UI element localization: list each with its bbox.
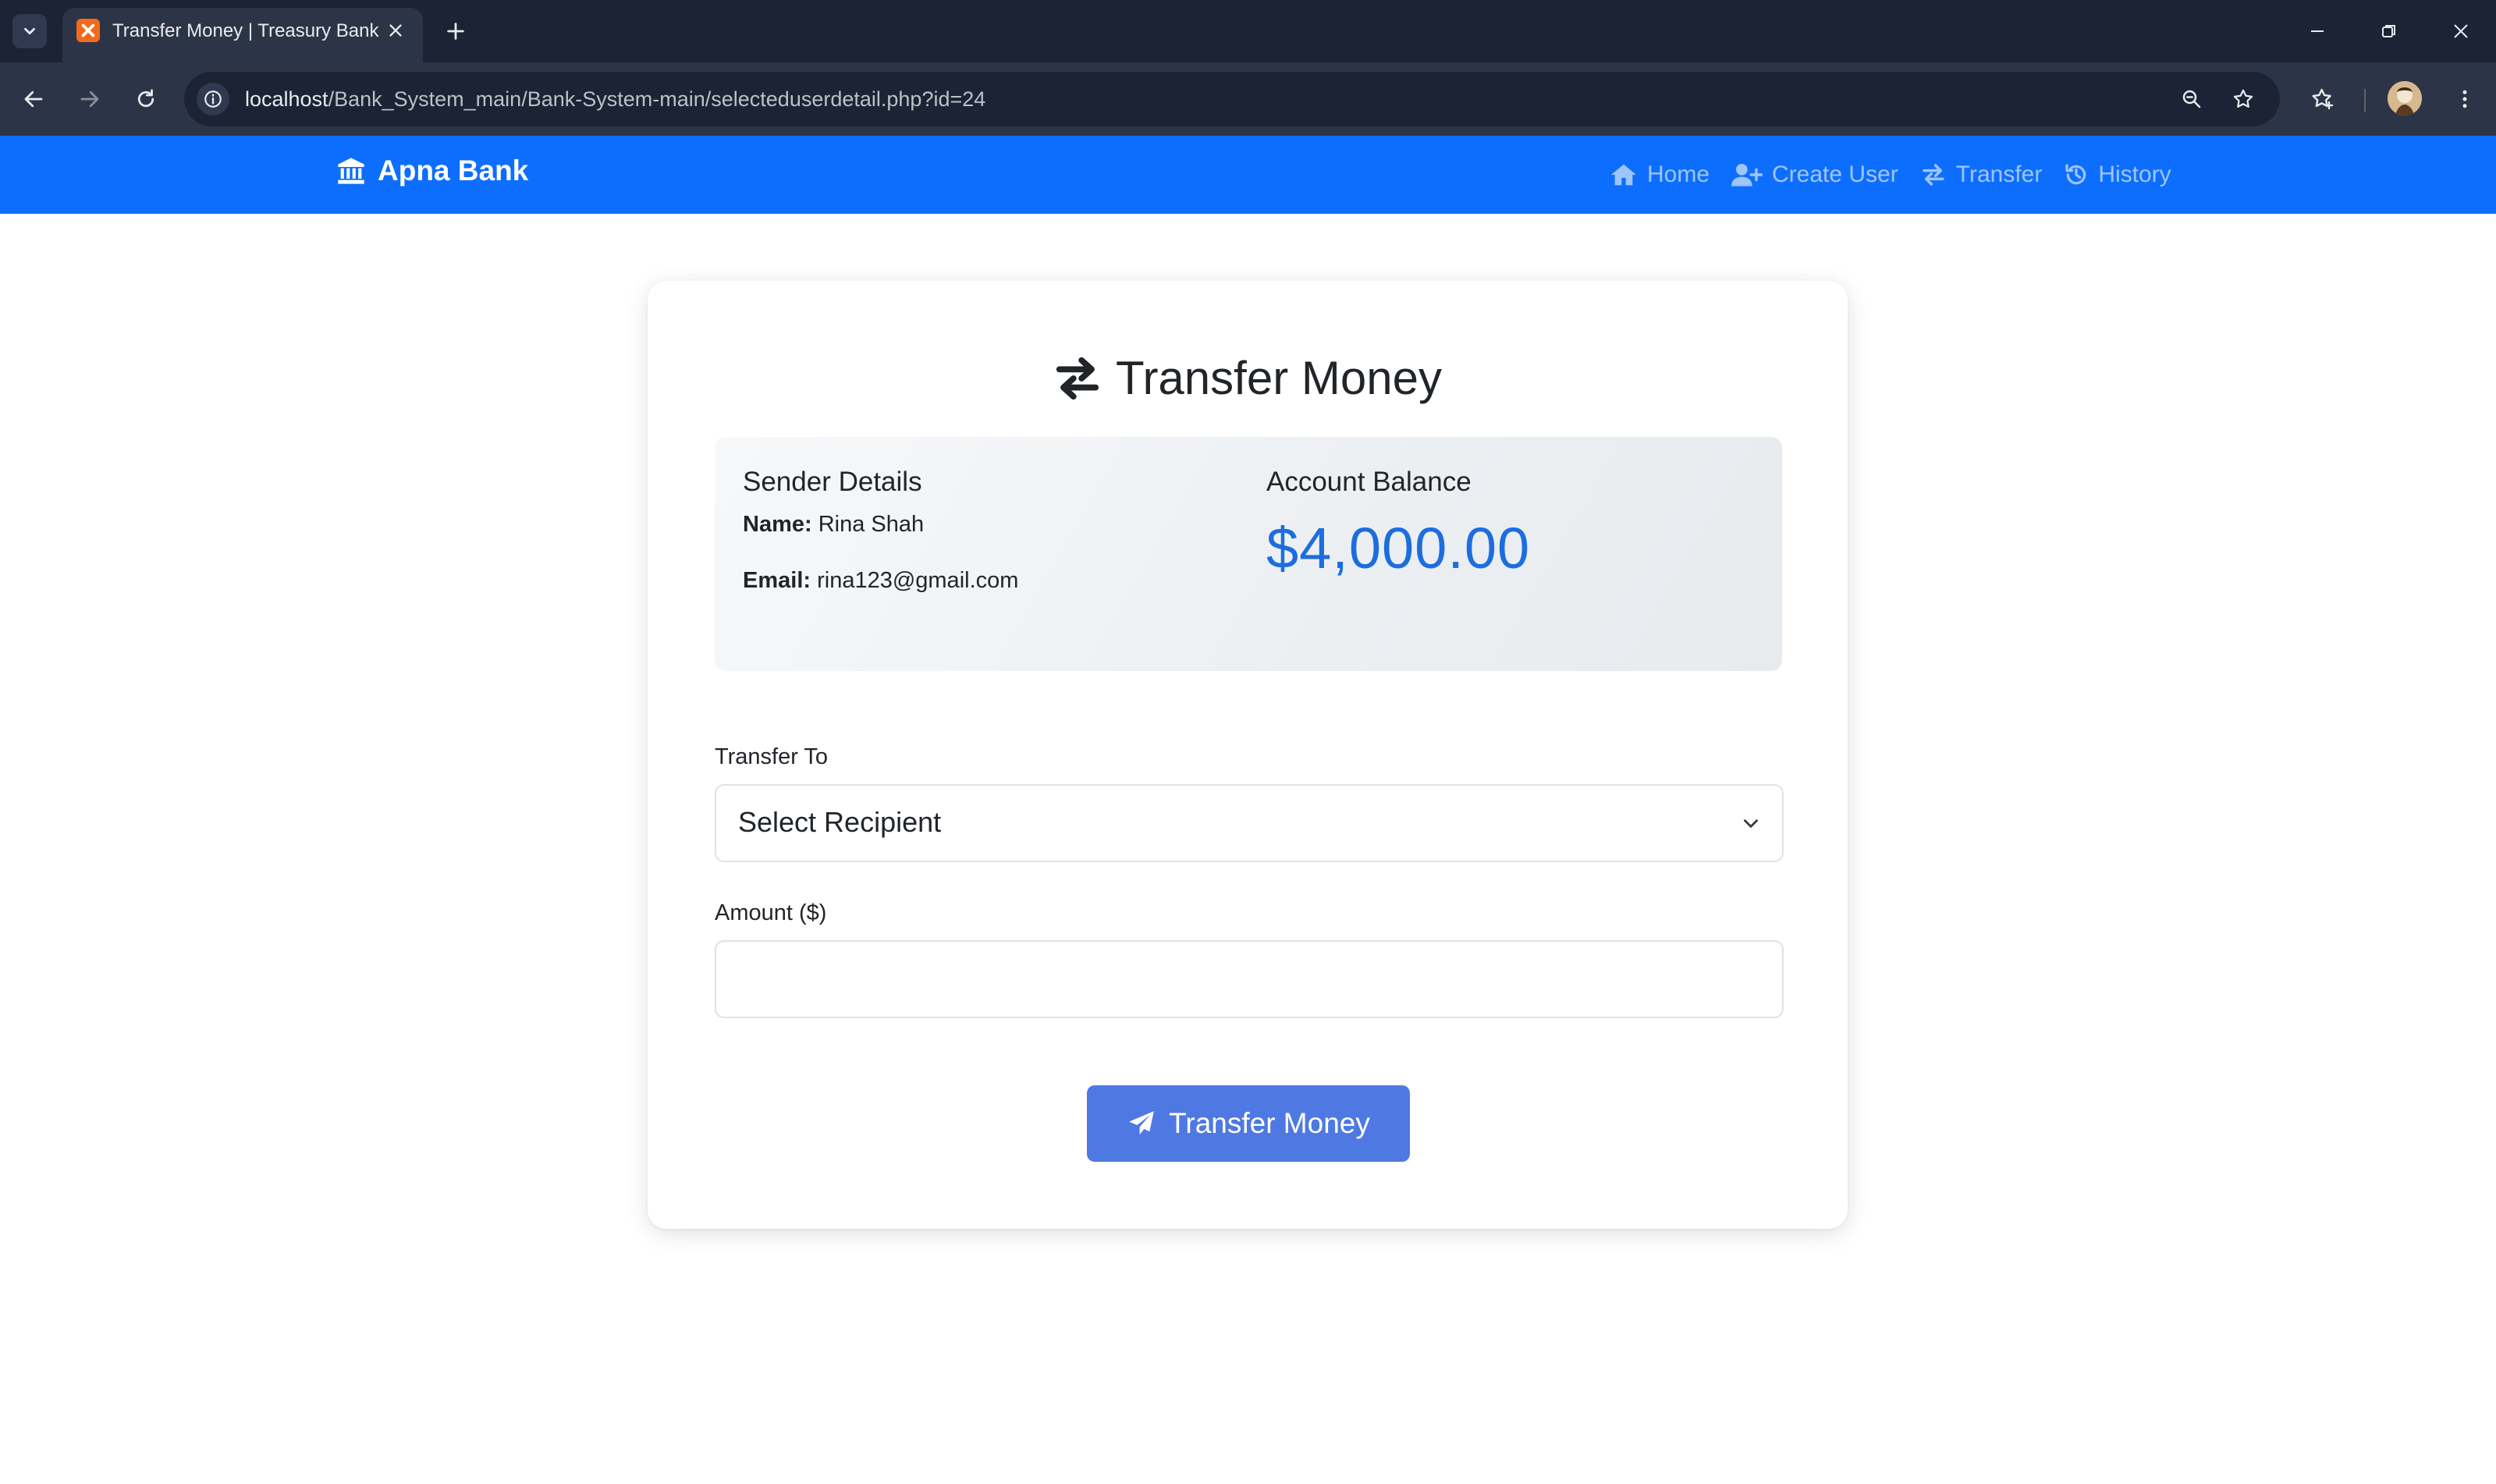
sender-email-value: rina123@gmail.com <box>817 568 1019 593</box>
nav-history[interactable]: History <box>2064 162 2171 188</box>
nav-create-user[interactable]: Create User <box>1731 162 1898 188</box>
nav-links: Home Create User Transfer History <box>1610 136 2171 214</box>
url-text[interactable]: localhost/Bank_System_main/Bank-System-m… <box>245 87 985 112</box>
minimize-icon[interactable] <box>2294 11 2341 51</box>
tab-close-icon[interactable] <box>382 17 409 44</box>
user-plus-icon <box>1731 164 1763 186</box>
brand-link[interactable]: Apna Bank <box>336 154 528 187</box>
recipient-select[interactable]: Select Recipient <box>715 784 1784 862</box>
history-icon <box>2065 164 2086 185</box>
tab-title: Transfer Money | Treasury Bank <box>112 20 379 41</box>
transfer-money-button-label: Transfer Money <box>1169 1107 1370 1139</box>
chevron-down-icon <box>24 27 35 35</box>
sender-email: Email: rina123@gmail.com <box>743 568 1018 594</box>
nav-transfer[interactable]: Transfer <box>1920 162 2043 188</box>
nav-home-label: Home <box>1647 162 1710 187</box>
brand-name: Apna Bank <box>378 154 529 186</box>
nav-history-label: History <box>2098 162 2171 187</box>
tab-search-button[interactable] <box>12 14 47 48</box>
sender-details-heading: Sender Details <box>743 467 922 497</box>
amount-input[interactable] <box>715 940 1784 1018</box>
exchange-arrows-icon <box>1056 357 1099 399</box>
card-title-text: Transfer Money <box>1116 352 1442 404</box>
url-path: /Bank_System_main/Bank-System-main/selec… <box>328 87 986 111</box>
account-balance-heading: Account Balance <box>1266 467 1472 497</box>
exchange-icon <box>1923 164 1944 186</box>
sender-email-label: Email: <box>743 568 811 593</box>
transfer-money-button[interactable]: Transfer Money <box>1087 1085 1410 1162</box>
nav-create-user-label: Create User <box>1772 162 1898 187</box>
reload-icon[interactable] <box>126 80 165 119</box>
bookmarks-manager-icon[interactable] <box>2303 80 2342 119</box>
close-window-icon[interactable] <box>2437 11 2484 51</box>
nav-transfer-label: Transfer <box>1955 162 2043 187</box>
toolbar-separator <box>2364 89 2366 112</box>
new-tab-plus-icon[interactable] <box>438 14 473 48</box>
xampp-favicon-icon <box>76 19 100 42</box>
recipient-select-value: Select Recipient <box>738 806 942 838</box>
sender-details-panel: Sender Details Name: Rina Shah Email: ri… <box>715 437 1782 671</box>
browser-tab-active[interactable]: Transfer Money | Treasury Bank <box>62 8 423 62</box>
nav-home[interactable]: Home <box>1610 162 1710 188</box>
restore-icon[interactable] <box>2366 11 2413 51</box>
forward-arrow-icon[interactable] <box>70 80 109 119</box>
site-info-icon[interactable] <box>197 83 229 115</box>
zoom-magnifier-icon[interactable] <box>2175 83 2208 115</box>
amount-label: Amount ($) <box>715 900 827 925</box>
home-icon <box>1611 164 1636 186</box>
transfer-card: Transfer Money Sender Details Name: Rina… <box>648 281 1848 1229</box>
bookmark-star-icon[interactable] <box>2227 83 2260 115</box>
browser-tabstrip: Transfer Money | Treasury Bank <box>0 0 2496 62</box>
url-host: localhost <box>245 87 328 111</box>
account-balance-amount: $4,000.00 <box>1266 516 1531 580</box>
browser-toolbar: localhost/Bank_System_main/Bank-System-m… <box>0 62 2496 136</box>
app-navbar: Apna Bank Home Create User Transfer Hist… <box>0 136 2496 214</box>
more-menu-icon[interactable] <box>2445 80 2484 119</box>
address-bar[interactable]: localhost/Bank_System_main/Bank-System-m… <box>184 72 2280 126</box>
sender-name: Name: Rina Shah <box>743 512 924 538</box>
paper-plane-icon <box>1129 1111 1154 1135</box>
card-title: Transfer Money <box>648 351 1848 405</box>
sender-name-value: Rina Shah <box>818 512 925 537</box>
bank-icon <box>338 158 364 184</box>
chevron-down-icon <box>1737 809 1765 837</box>
profile-avatar[interactable] <box>2388 81 2422 115</box>
back-arrow-icon[interactable] <box>14 80 53 119</box>
sender-name-label: Name: <box>743 512 812 537</box>
transfer-to-label: Transfer To <box>715 744 829 769</box>
